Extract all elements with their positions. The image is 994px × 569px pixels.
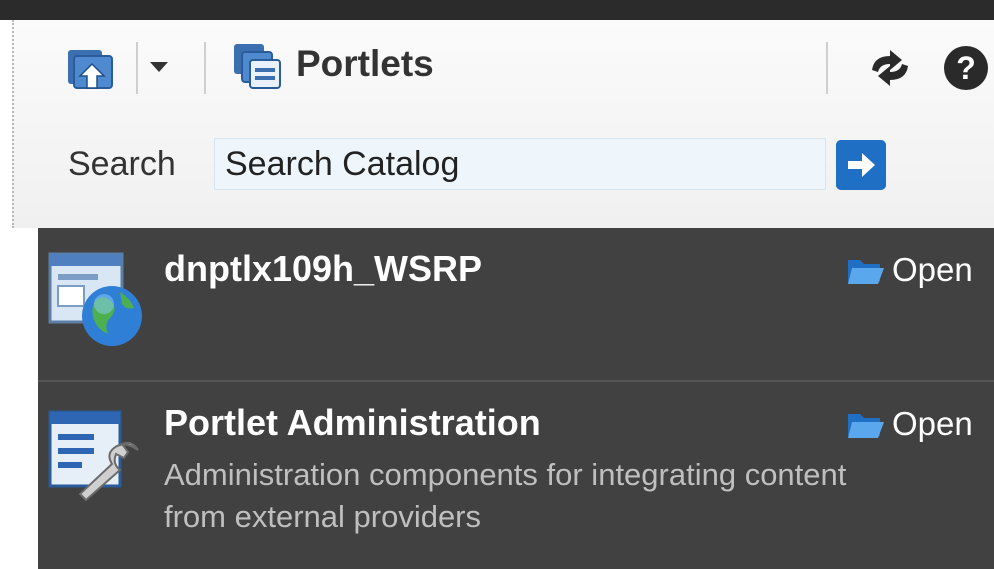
folder-open-icon <box>848 414 884 438</box>
catalog-header: Portlets ? Search <box>12 20 994 228</box>
toolbar-separator <box>136 42 138 94</box>
help-icon[interactable]: ? <box>944 46 988 90</box>
portlets-icon[interactable] <box>232 42 284 92</box>
search-submit-button[interactable] <box>836 140 886 190</box>
admin-wrench-icon <box>48 410 139 502</box>
refresh-icon[interactable] <box>866 48 914 88</box>
toolbar-separator <box>204 42 206 94</box>
search-label: Search <box>68 145 176 183</box>
search-input[interactable] <box>214 138 826 190</box>
up-folder-icon[interactable] <box>66 44 122 92</box>
catalog-item-description: Administration components for integratin… <box>164 457 847 534</box>
catalog-item[interactable]: Portlet Administration Open Administrati… <box>38 382 994 569</box>
toolbar-title[interactable]: Portlets <box>296 42 434 86</box>
catalog-list: dnptlx109h_WSRP Open Portlet Administrat… <box>38 228 994 569</box>
catalog-item[interactable]: dnptlx109h_WSRP Open <box>38 228 994 382</box>
open-label[interactable]: Open <box>892 248 973 292</box>
open-label[interactable]: Open <box>892 402 973 446</box>
chevron-down-icon[interactable] <box>150 62 168 72</box>
toolbar: Portlets ? <box>14 20 994 115</box>
folder-open-icon <box>848 260 884 284</box>
catalog-item-title[interactable]: dnptlx109h_WSRP <box>164 248 482 290</box>
window-top-border <box>0 0 994 20</box>
toolbar-separator <box>826 42 828 94</box>
wsrp-globe-icon <box>48 252 142 346</box>
catalog-item-title[interactable]: Portlet Administration <box>164 402 541 444</box>
